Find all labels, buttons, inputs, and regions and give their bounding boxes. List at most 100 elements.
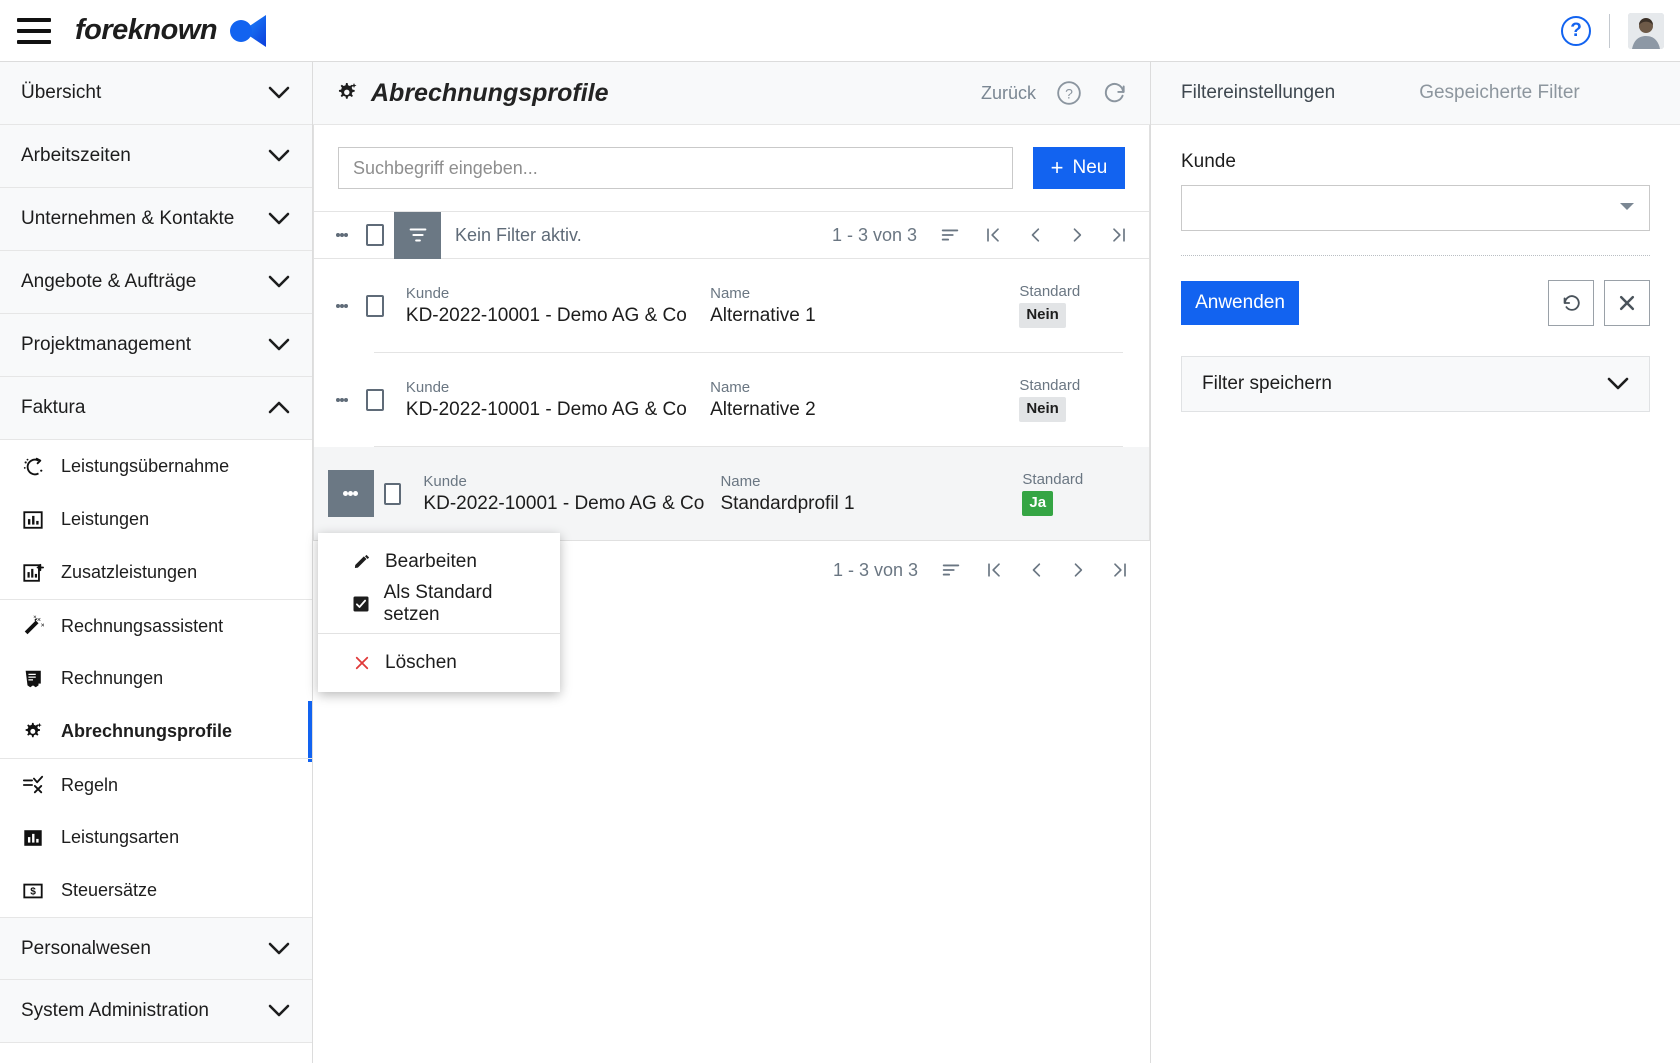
search-row: + Neu xyxy=(314,125,1149,211)
cell-value: KD-2022-10001 - Demo AG & Co xyxy=(405,398,687,420)
tab-filtereinstellungen[interactable]: Filtereinstellungen xyxy=(1181,82,1335,104)
table-row[interactable]: Kunde KD-2022-10001 - Demo AG & Co Name … xyxy=(314,353,1149,446)
bottom-pager: 1 - 3 von 3 xyxy=(833,559,1150,581)
sidebar-group-label: Personalwesen xyxy=(21,937,151,959)
status-badge: Nein xyxy=(1019,397,1066,422)
row-more-vertical-icon[interactable] xyxy=(328,302,356,310)
sidebar-item-label: Leistungsarten xyxy=(61,827,180,847)
sidebar-item-rechnungen[interactable]: Rechnungen xyxy=(0,652,312,705)
cell-name: Name Alternative 2 xyxy=(710,379,1019,421)
next-page-icon[interactable] xyxy=(1067,225,1087,245)
cell-kunde: Kunde KD-2022-10001 - Demo AG & Co xyxy=(406,285,710,327)
filter-toggle-button[interactable] xyxy=(394,211,441,259)
first-page-icon[interactable] xyxy=(984,560,1004,580)
chevron-down-icon xyxy=(268,1004,290,1018)
cell-standard: Standard Nein xyxy=(1019,283,1149,328)
row-checkbox[interactable] xyxy=(365,294,384,317)
sidebar-group-projektmanagement[interactable]: Projektmanagement xyxy=(0,314,312,377)
avatar[interactable] xyxy=(1628,12,1664,49)
close-x-icon xyxy=(1619,295,1635,311)
context-menu-item-label: Bearbeiten xyxy=(385,551,477,572)
row-checkbox[interactable] xyxy=(383,482,402,505)
help-circle-icon[interactable]: ? xyxy=(1056,80,1082,106)
gear-sparkle-icon xyxy=(335,81,359,105)
chevron-down-icon xyxy=(268,86,290,100)
sidebar-group-unternehmen-kontakte[interactable]: Unternehmen & Kontakte xyxy=(0,188,312,251)
kunde-label: Kunde xyxy=(1181,151,1236,172)
last-page-icon[interactable] xyxy=(1109,225,1129,245)
row-checkbox[interactable] xyxy=(365,388,384,411)
sidebar-item-rechnungsassistent[interactable]: ✕✕✕ Rechnungsassistent xyxy=(0,599,312,652)
dotted-divider xyxy=(1181,255,1650,256)
new-button-label: Neu xyxy=(1072,157,1108,178)
back-link[interactable]: Zurück xyxy=(981,83,1036,104)
page-header: Abrechnungsprofile Zurück ? xyxy=(313,62,1150,125)
search-input[interactable] xyxy=(338,147,1013,189)
sidebar-group-system-administration[interactable]: System Administration xyxy=(0,980,312,1043)
context-menu-item-bearbeiten[interactable]: Bearbeiten xyxy=(318,541,560,583)
sidebar-group-label: System Administration xyxy=(21,1000,209,1021)
top-pager: 1 - 3 von 3 xyxy=(832,224,1149,246)
context-menu-item-loeschen[interactable]: Löschen xyxy=(318,642,560,684)
sidebar-group-faktura[interactable]: Faktura xyxy=(0,377,312,440)
new-button[interactable]: + Neu xyxy=(1033,147,1125,189)
bar-chart-plus-icon xyxy=(21,561,45,585)
sidebar-item-leistungsuebernahme[interactable]: Leistungsübernahme xyxy=(0,440,312,493)
sidebar-item-label: Rechnungen xyxy=(61,668,164,688)
chevron-down-icon xyxy=(268,338,290,352)
sidebar-item-leistungsarten[interactable]: Leistungsarten xyxy=(0,811,312,864)
sidebar-item-label: Leistungsübernahme xyxy=(61,456,230,476)
sidebar-item-steuersaetze[interactable]: $ Steuersätze xyxy=(0,864,312,917)
prev-page-icon[interactable] xyxy=(1025,225,1045,245)
magic-wand-icon: ✕✕✕ xyxy=(21,614,45,638)
body-area: Übersicht Arbeitszeiten Unternehmen & Ko… xyxy=(0,62,1680,1063)
help-icon[interactable]: ? xyxy=(1561,15,1591,46)
sort-icon[interactable] xyxy=(940,559,962,581)
clear-filter-button[interactable] xyxy=(1604,280,1650,326)
table-row[interactable]: Kunde KD-2022-10001 - Demo AG & Co Name … xyxy=(314,447,1149,540)
sidebar-item-abrechnungsprofile[interactable]: Abrechnungsprofile xyxy=(0,701,312,762)
first-page-icon[interactable] xyxy=(983,225,1003,245)
chevron-down-icon xyxy=(268,149,290,163)
row-more-vertical-icon[interactable] xyxy=(328,470,374,517)
filter-icon xyxy=(409,228,426,242)
tab-gespeicherte-filter[interactable]: Gespeicherte Filter xyxy=(1419,82,1580,104)
chevron-down-icon xyxy=(268,942,290,956)
apply-button[interactable]: Anwenden xyxy=(1181,281,1299,325)
select-all-checkbox[interactable] xyxy=(366,224,384,246)
hamburger-icon[interactable] xyxy=(17,17,51,44)
prev-page-icon[interactable] xyxy=(1026,560,1046,580)
context-menu-item-label: Löschen xyxy=(385,652,457,673)
sidebar-group-arbeitszeiten[interactable]: Arbeitszeiten xyxy=(0,125,312,188)
filter-speichern-section[interactable]: Filter speichern xyxy=(1181,356,1650,412)
svg-text:$: $ xyxy=(30,886,36,897)
sidebar-group-angebote-auftraege[interactable]: Angebote & Aufträge xyxy=(0,251,312,314)
pencil-icon xyxy=(352,553,372,571)
table-row[interactable]: Kunde KD-2022-10001 - Demo AG & Co Name … xyxy=(314,259,1149,352)
brand-name: foreknown xyxy=(75,14,218,46)
last-page-icon[interactable] xyxy=(1110,560,1130,580)
top-bar: foreknown ? xyxy=(0,0,1680,62)
kunde-select[interactable] xyxy=(1181,185,1650,231)
context-menu-item-als-standard-setzen[interactable]: Als Standard setzen xyxy=(318,582,560,625)
cell-name: Name Standardprofil 1 xyxy=(720,473,1022,515)
cell-value: KD-2022-10001 - Demo AG & Co xyxy=(423,492,705,514)
sidebar-item-regeln[interactable]: Regeln xyxy=(0,758,312,811)
next-page-icon[interactable] xyxy=(1068,560,1088,580)
sidebar-group-personalwesen[interactable]: Personalwesen xyxy=(0,917,312,980)
sidebar-group-label: Arbeitszeiten xyxy=(21,145,131,166)
sidebar-item-zusatzleistungen[interactable]: Zusatzleistungen xyxy=(0,546,312,599)
cell-label: Standard xyxy=(1019,377,1081,395)
sidebar-item-label: Regeln xyxy=(61,774,119,795)
vertical-divider xyxy=(1609,13,1610,48)
sort-icon[interactable] xyxy=(939,224,961,246)
brand-logo-area[interactable]: foreknown xyxy=(75,13,268,49)
row-more-vertical-icon[interactable] xyxy=(328,396,356,404)
sidebar-group-uebersicht[interactable]: Übersicht xyxy=(0,62,312,125)
bar-chart-filled-icon xyxy=(21,826,45,850)
sidebar-item-leistungen[interactable]: Leistungen xyxy=(0,493,312,546)
refresh-icon[interactable] xyxy=(1102,80,1128,106)
chevron-down-icon xyxy=(1607,377,1629,391)
reset-filter-button[interactable] xyxy=(1548,280,1594,326)
toolbar-more-vertical-icon[interactable] xyxy=(328,231,356,239)
